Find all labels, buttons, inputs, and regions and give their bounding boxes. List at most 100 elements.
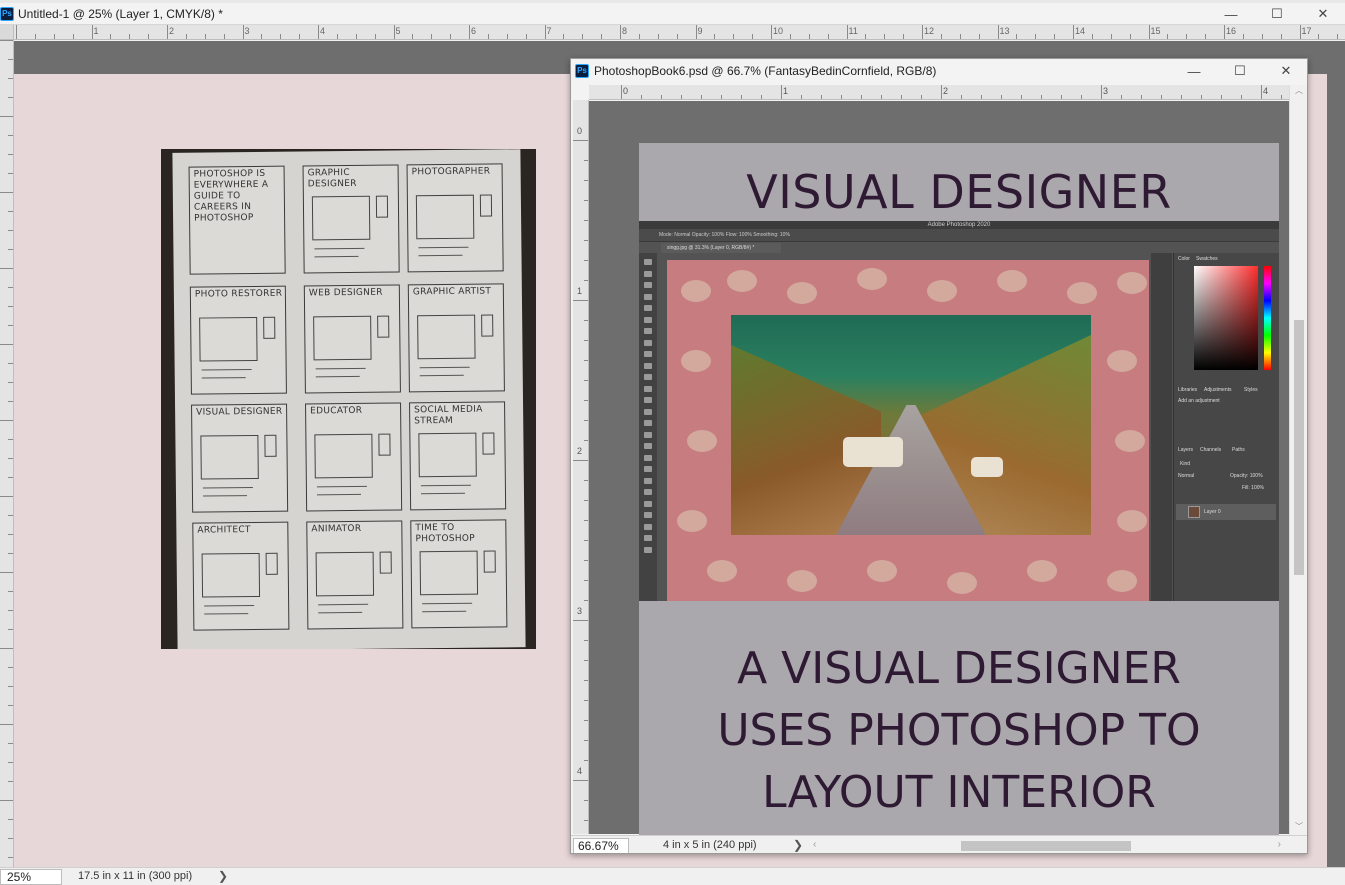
panel-sketch-drawing [311, 195, 371, 241]
document-title-bar[interactable]: Ps PhotoshopBook6.psd @ 66.7% (FantasyBe… [571, 59, 1307, 83]
panel-sketch-drawing [417, 314, 476, 360]
ruler-label: 1 [93, 26, 99, 36]
ruler-tick [8, 705, 13, 706]
embedded-tool-icon [644, 408, 652, 415]
panel-sketch-drawing [419, 550, 479, 596]
doc-ruler-minor-tick [801, 95, 802, 99]
doc-pasteboard: VISUAL DESIGNER Adobe Photoshop 2020 Mod… [589, 101, 1289, 853]
doc-horizontal-scrollbar[interactable]: ‹ › [811, 839, 1283, 853]
ruler-label: 11 [848, 26, 858, 36]
ruler-major-tick [167, 25, 168, 39]
panel-scribble-line [202, 487, 253, 489]
minimize-button[interactable]: — [1208, 3, 1254, 25]
ruler-minor-tick [978, 34, 980, 39]
embedded-app-title: Adobe Photoshop 2020 [639, 221, 1279, 229]
book-page[interactable]: VISUAL DESIGNER Adobe Photoshop 2020 Mod… [639, 143, 1279, 853]
ruler-label: 5 [395, 26, 401, 36]
ruler-tick [0, 268, 13, 269]
scroll-up-icon[interactable]: ︿ [1290, 85, 1307, 99]
damask-ornament [857, 268, 887, 290]
status-chevron-icon[interactable]: ❯ [218, 869, 228, 883]
panel-caption: SOCIAL MEDIA STREAM [414, 404, 483, 427]
embedded-tool-icon [644, 305, 652, 311]
close-button[interactable]: ✕ [1300, 3, 1345, 25]
doc-ruler-major-tick [1261, 85, 1262, 99]
embedded-paths-tab: Paths [1232, 447, 1245, 453]
damask-ornament [787, 282, 817, 304]
damask-ornament [677, 510, 707, 532]
ruler-label: 9 [697, 26, 703, 36]
ruler-tick [8, 458, 13, 459]
document-window[interactable]: Ps PhotoshopBook6.psd @ 66.7% (FantasyBe… [570, 58, 1308, 854]
scroll-left-icon[interactable]: ‹ [813, 839, 816, 850]
doc-ruler-v-minor-tick [584, 340, 588, 341]
ruler-tick [8, 78, 13, 79]
ruler-label: 17 [1301, 26, 1312, 36]
bed-shape [843, 437, 903, 467]
vertical-scroll-thumb[interactable] [1294, 320, 1304, 575]
panel-scribble-line [419, 374, 464, 377]
ruler-minor-tick [374, 34, 376, 39]
ruler-minor-tick [1167, 34, 1169, 39]
horizontal-scroll-thumb[interactable] [961, 841, 1131, 851]
embedded-doc-tab: singg.jpg @ 31.3% (Layer 0, RGB/8#) * [661, 243, 781, 253]
damask-ornament [927, 280, 957, 302]
doc-ruler-major-tick [941, 85, 942, 99]
damask-ornament [687, 430, 717, 452]
ruler-tick [8, 97, 13, 98]
embedded-tool-icon [644, 512, 652, 518]
zoom-field[interactable]: 25% [0, 869, 62, 885]
doc-info-chevron-icon[interactable]: ❯ [793, 838, 803, 852]
ruler-major-tick [242, 25, 244, 39]
ruler-tick [8, 230, 13, 231]
embedded-channels-tab: Channels [1200, 447, 1222, 453]
storyboard-sketch-photo[interactable]: PHOTOSHOP IS EVERYWHERE A GUIDE TO CAREE… [161, 149, 536, 649]
doc-maximize-button[interactable]: ☐ [1217, 59, 1263, 83]
ruler-minor-tick [638, 34, 640, 39]
doc-ruler-minor-tick [901, 95, 902, 99]
ruler-minor-tick [827, 34, 829, 39]
doc-ruler-v-minor-tick [584, 320, 588, 321]
doc-ruler-label: 3 [1103, 86, 1109, 96]
maximize-button[interactable]: ☐ [1254, 3, 1300, 25]
embedded-tool-icon [644, 351, 652, 357]
doc-ruler-major-tick [621, 85, 622, 99]
damask-ornament [867, 560, 897, 582]
doc-ruler-v-label: 1 [577, 286, 583, 296]
doc-zoom-field[interactable]: 66.67% [573, 838, 629, 853]
horizontal-ruler[interactable]: 1 2 3 4 5 6 7 8 9 10 11 12 13 14 15 16 17 [14, 25, 1345, 40]
embedded-tool-icon [644, 293, 652, 300]
scroll-down-icon[interactable]: ﹀ [1290, 821, 1307, 835]
embedded-tool-icon [644, 316, 652, 323]
doc-ruler-v-label: 4 [577, 766, 583, 776]
ruler-tick [0, 572, 13, 573]
doc-horizontal-ruler[interactable]: 0 1 2 3 4 [589, 85, 1305, 100]
vertical-ruler[interactable] [0, 40, 14, 867]
ruler-origin[interactable] [0, 25, 14, 40]
doc-close-button[interactable]: ✕ [1263, 59, 1307, 83]
doc-ruler-v-minor-tick [584, 720, 588, 721]
storyboard-panel: PHOTOSHOP IS EVERYWHERE A GUIDE TO CAREE… [188, 165, 286, 275]
ruler-minor-tick [903, 34, 905, 39]
ruler-tick [8, 819, 13, 820]
panel-sketch-sidebar [481, 314, 494, 337]
ruler-minor-tick [563, 34, 565, 39]
ruler-label: 7 [546, 26, 552, 36]
ruler-tick [8, 439, 13, 440]
embedded-color-tab: Color [1178, 256, 1190, 262]
storyboard-panel: WEB DESIGNER [303, 284, 401, 394]
doc-ruler-minor-tick [701, 95, 702, 99]
ruler-major-tick [771, 25, 772, 39]
doc-ruler-label: 0 [623, 86, 629, 96]
doc-ruler-minor-tick [1161, 95, 1162, 99]
doc-minimize-button[interactable]: — [1171, 59, 1217, 83]
doc-vertical-scrollbar[interactable]: ︿ ﹀ [1289, 85, 1307, 835]
scroll-right-icon[interactable]: › [1278, 839, 1281, 850]
embedded-canvas [667, 260, 1149, 601]
storyboard-panel: TIME TO PHOTOSHOP [410, 519, 508, 629]
ruler-minor-tick [431, 34, 433, 39]
doc-vertical-ruler[interactable]: 0 1 2 3 4 [573, 100, 589, 834]
embedded-hue-slider [1264, 266, 1271, 370]
ruler-tick [8, 591, 13, 592]
embedded-tool-icon [644, 259, 652, 265]
